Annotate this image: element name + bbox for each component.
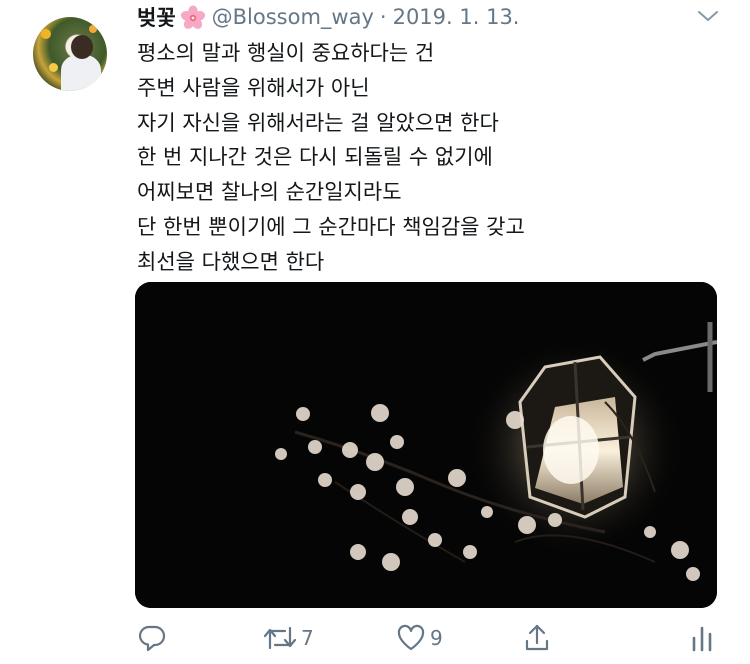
tweet-text-line: 주변 사람을 위해서가 아닌 bbox=[137, 75, 370, 100]
tweet-text-line: 최선을 다했으면 한다 bbox=[137, 249, 325, 274]
heart-icon bbox=[397, 624, 425, 651]
share-icon bbox=[525, 624, 549, 651]
avatar[interactable] bbox=[33, 17, 107, 91]
tweet-text-line: 어찌보면 찰나의 순간일지라도 bbox=[137, 180, 402, 205]
analytics-button[interactable] bbox=[689, 622, 717, 654]
tweet-text-line: 한 번 지나간 것은 다시 되돌릴 수 없기에 bbox=[137, 145, 493, 170]
reply-icon bbox=[138, 625, 166, 652]
reply-button[interactable] bbox=[136, 622, 171, 654]
cherry-blossom-emoji bbox=[180, 5, 205, 29]
retweet-count: 7 bbox=[301, 626, 314, 650]
display-name[interactable]: 벚꽃 bbox=[137, 2, 176, 32]
tweet-text: 평소의 말과 행실이 중요하다는 건 주변 사람을 위해서가 아닌 자기 자신을… bbox=[137, 36, 727, 280]
retweet-icon bbox=[263, 626, 297, 650]
user-handle[interactable]: @Blossom_way bbox=[212, 5, 374, 29]
avatar-flower bbox=[41, 29, 51, 39]
tweet-header: 벚꽃 @Blossom_way · 2019. 1. 13. bbox=[137, 2, 519, 32]
tweet-actions-bar: 7 9 bbox=[0, 616, 750, 664]
chevron-down-icon[interactable] bbox=[696, 6, 720, 26]
night-lantern-photo bbox=[135, 282, 717, 608]
avatar-flower bbox=[49, 63, 58, 72]
avatar-flower bbox=[89, 25, 97, 33]
tweet-text-line: 단 한번 뿐이기에 그 순간마다 책임감을 갖고 bbox=[137, 214, 525, 239]
analytics-icon bbox=[692, 626, 712, 652]
tweet-date[interactable]: 2019. 1. 13. bbox=[393, 5, 520, 29]
retweet-button[interactable]: 7 bbox=[262, 622, 314, 654]
tweet-media-image[interactable] bbox=[135, 282, 717, 608]
share-button[interactable] bbox=[521, 622, 553, 654]
avatar-head bbox=[71, 35, 93, 59]
like-count: 9 bbox=[430, 626, 443, 650]
tweet-text-line: 자기 자신을 위해서라는 걸 알았으면 한다 bbox=[137, 110, 499, 135]
avatar-body bbox=[61, 55, 101, 91]
separator-dot: · bbox=[379, 5, 387, 29]
tweet-text-line: 평소의 말과 행실이 중요하다는 건 bbox=[137, 41, 435, 65]
like-button[interactable]: 9 bbox=[395, 622, 443, 654]
